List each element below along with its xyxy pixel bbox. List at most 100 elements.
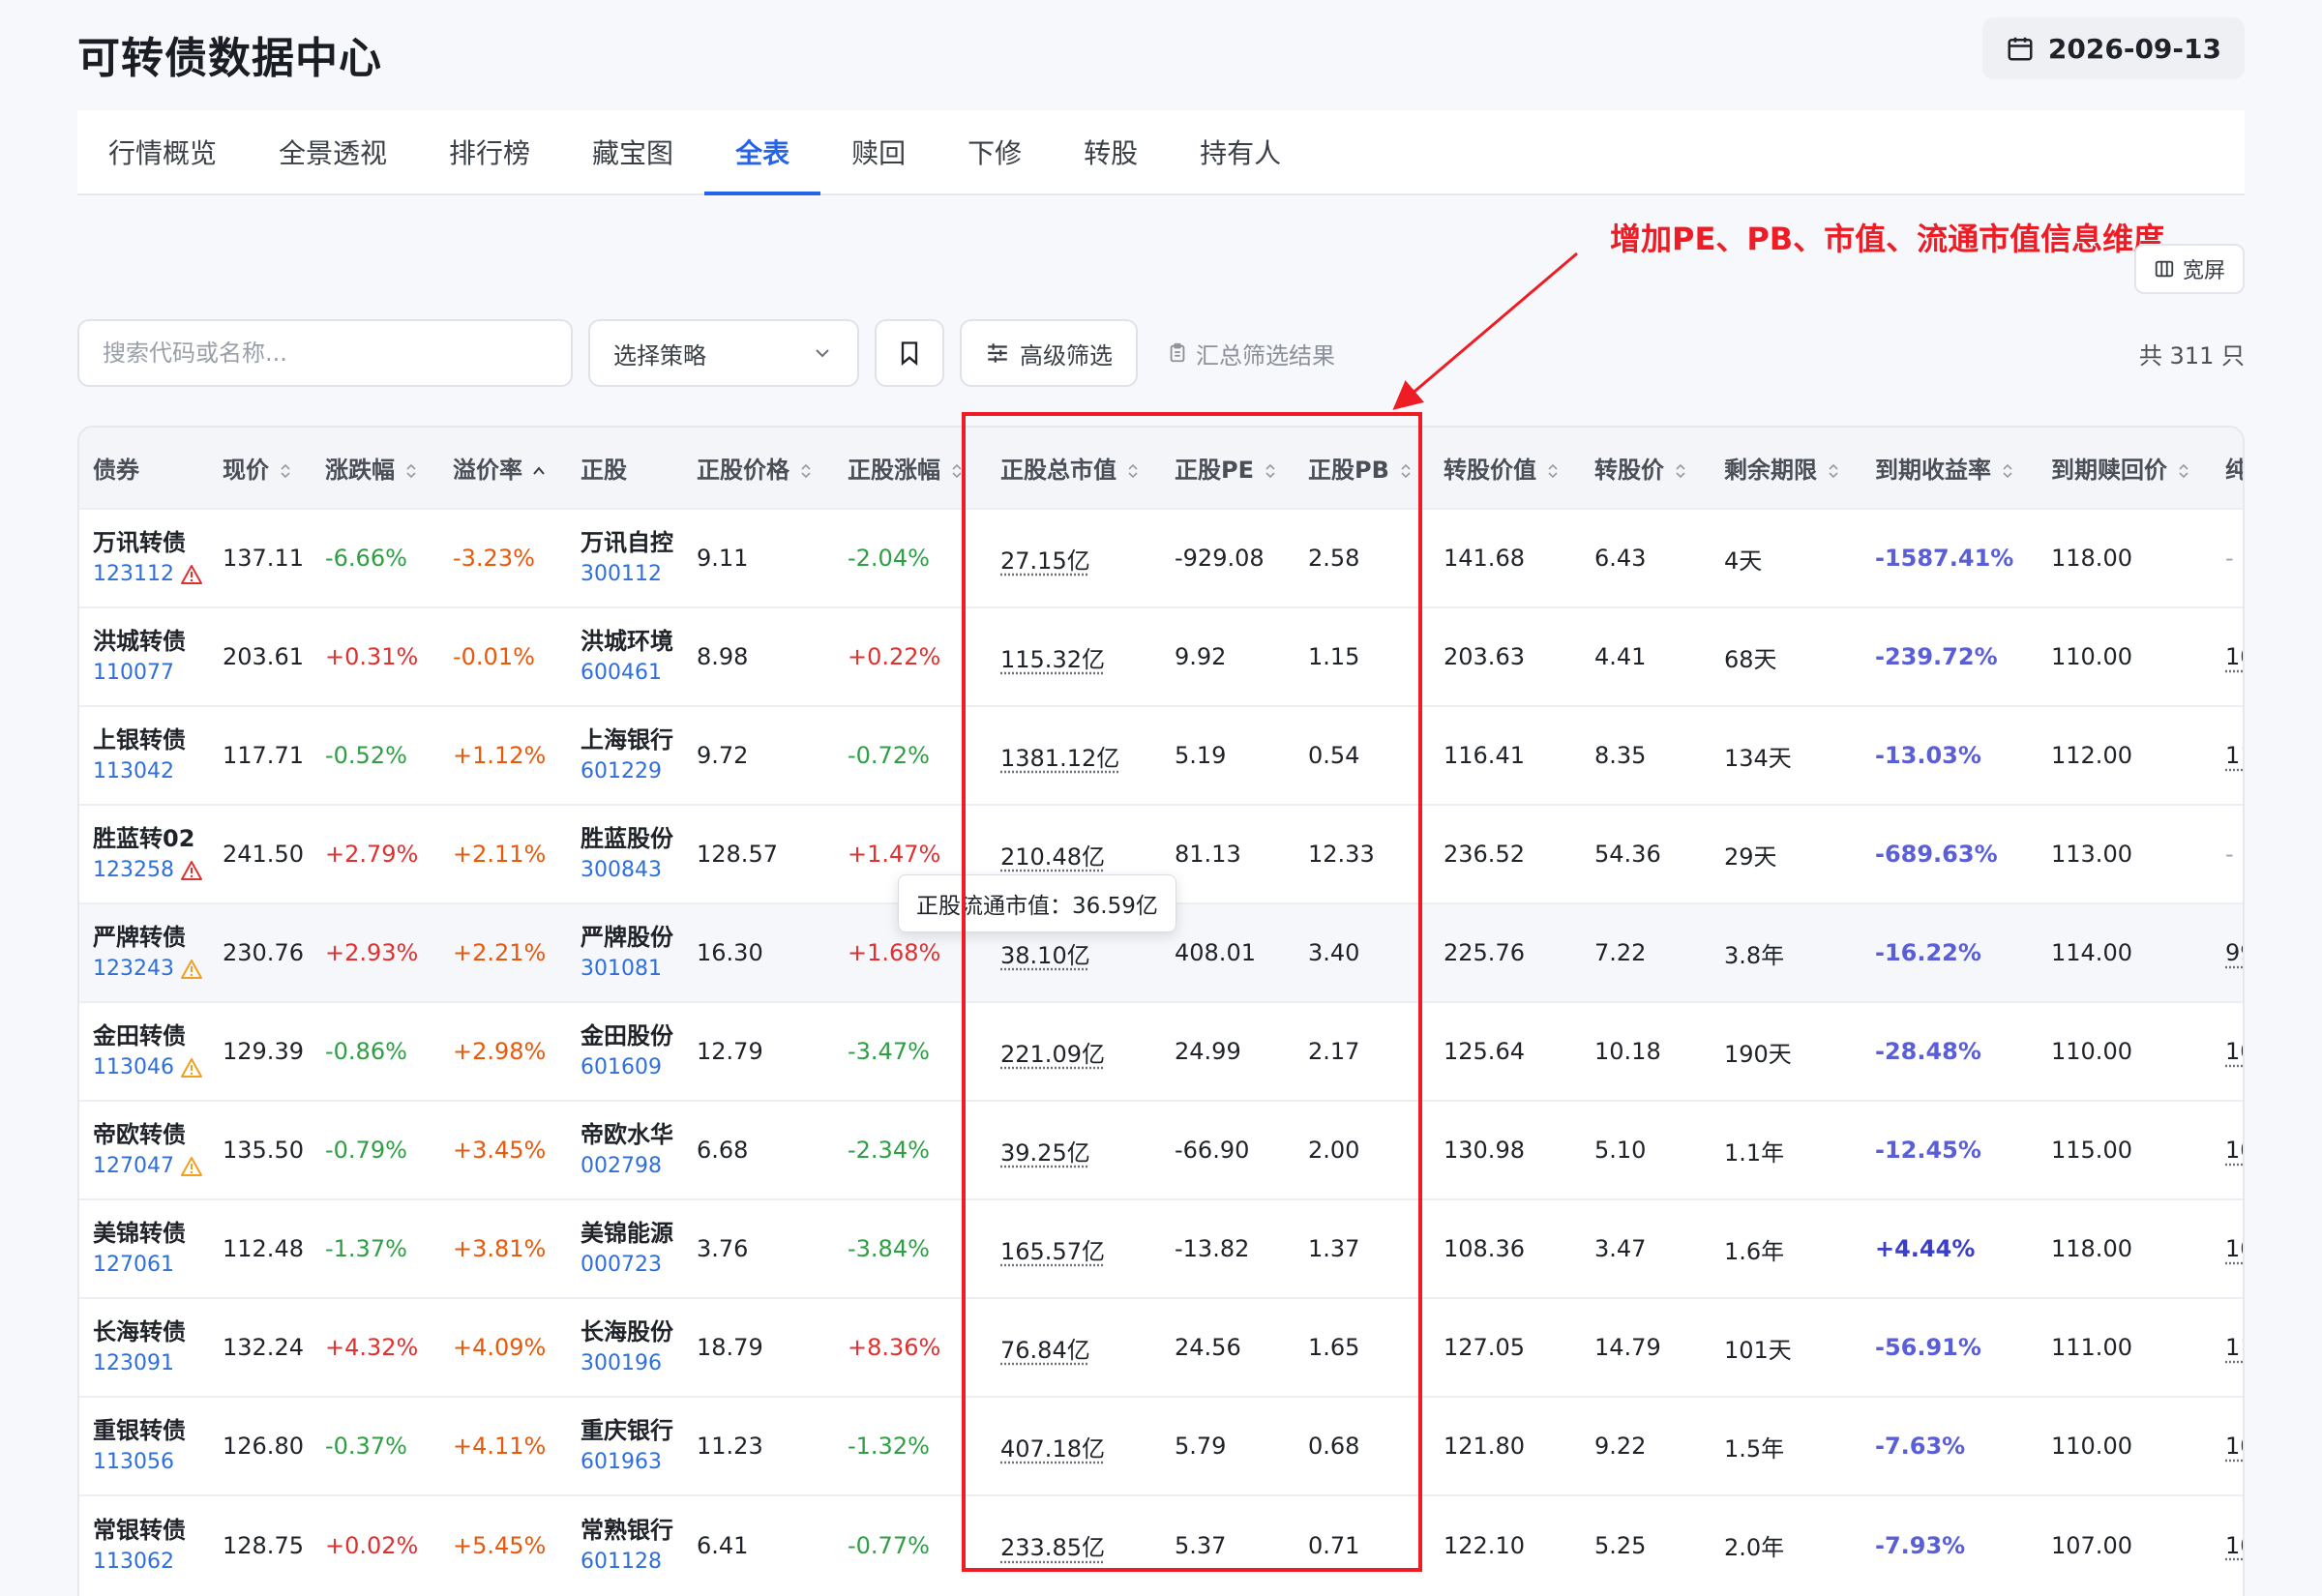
table-row[interactable]: 金田转债 113046 129.39 -0.86% +2.98% 金田股份 601609 12…	[79, 1002, 2243, 1101]
sort-toggle[interactable]	[1674, 460, 1687, 482]
stock-cell[interactable]: 长海股份 300196	[567, 1298, 683, 1397]
stock-cell[interactable]: 上海银行 601229	[567, 706, 683, 805]
stock-cell[interactable]: 胜蓝股份 300843	[567, 805, 683, 903]
stock-cell[interactable]: 帝欧水华 002798	[567, 1101, 683, 1199]
bond-cell[interactable]: 金田转债 113046	[79, 1002, 209, 1101]
bond-cell[interactable]: 洪城转债 110077	[79, 607, 209, 706]
column-header[interactable]: 正股PE	[1161, 428, 1295, 509]
market-cap-cell[interactable]: 76.84亿	[987, 1298, 1161, 1397]
column-header[interactable]: 涨跌幅	[312, 428, 439, 509]
stock-cell[interactable]: 万讯自控 300112	[567, 509, 683, 607]
bond-name[interactable]: 金田转债	[93, 1020, 209, 1052]
bookmark-button[interactable]	[875, 319, 944, 387]
bond-cell[interactable]: 重银转债 113056	[79, 1397, 209, 1495]
stock-cell[interactable]: 洪城环境 600461	[567, 607, 683, 706]
bond-name[interactable]: 严牌转债	[93, 921, 209, 954]
tab-1[interactable]: 全景透视	[248, 110, 418, 193]
bond-code[interactable]: 127047	[93, 1151, 209, 1182]
bond-cell[interactable]: 万讯转债 123112	[79, 509, 209, 607]
bond-code[interactable]: 113062	[93, 1547, 209, 1578]
sort-toggle[interactable]	[532, 460, 546, 482]
stock-name[interactable]: 胜蓝股份	[580, 822, 683, 855]
stock-code[interactable]: 300196	[580, 1348, 683, 1379]
bond-code[interactable]: 113046	[93, 1052, 209, 1083]
tab-5[interactable]: 赎回	[820, 110, 937, 193]
bond-code[interactable]: 113056	[93, 1447, 209, 1478]
bond-name[interactable]: 帝欧转债	[93, 1118, 209, 1151]
column-header[interactable]: 转股价	[1581, 428, 1711, 509]
tab-8[interactable]: 持有人	[1169, 110, 1312, 193]
bond-name[interactable]: 美锦转债	[93, 1217, 209, 1250]
stock-name[interactable]: 帝欧水华	[580, 1118, 683, 1151]
stock-name[interactable]: 上海银行	[580, 724, 683, 756]
stock-code[interactable]: 601229	[580, 756, 683, 787]
bond-cell[interactable]: 长海转债 123091	[79, 1298, 209, 1397]
bond-name[interactable]: 常银转债	[93, 1514, 209, 1547]
market-cap-cell[interactable]: 27.15亿	[987, 509, 1161, 607]
column-header[interactable]: 正股涨幅	[834, 428, 987, 509]
sort-toggle[interactable]	[1264, 460, 1277, 482]
stock-code[interactable]: 601128	[580, 1547, 683, 1578]
sort-toggle[interactable]	[2001, 460, 2014, 482]
tab-2[interactable]: 排行榜	[418, 110, 561, 193]
bond-name[interactable]: 胜蓝转02	[93, 822, 209, 855]
stock-code[interactable]: 301081	[580, 954, 683, 985]
bond-cell[interactable]: 常银转债 113062	[79, 1495, 209, 1594]
stock-code[interactable]: 601963	[580, 1447, 683, 1478]
bond-cell[interactable]: 美锦转债 127061	[79, 1199, 209, 1298]
bond-cell[interactable]: 帝欧转债 127047	[79, 1101, 209, 1199]
table-row[interactable]: 万讯转债 123112 137.11 -6.66% -3.23% 万讯自控 300112 9.…	[79, 509, 2243, 607]
stock-cell[interactable]: 金田股份 601609	[567, 1002, 683, 1101]
sort-toggle[interactable]	[1126, 460, 1140, 482]
stock-name[interactable]: 金田股份	[580, 1020, 683, 1052]
search-input[interactable]	[77, 319, 573, 387]
stock-code[interactable]: 002798	[580, 1151, 683, 1182]
sort-toggle[interactable]	[1546, 460, 1560, 482]
market-cap-cell[interactable]: 115.32亿	[987, 607, 1161, 706]
bond-name[interactable]: 上银转债	[93, 724, 209, 756]
market-cap-cell[interactable]: 1381.12亿	[987, 706, 1161, 805]
bond-code[interactable]: 123258	[93, 855, 209, 886]
tab-4[interactable]: 全表	[704, 110, 821, 195]
stock-name[interactable]: 洪城环境	[580, 625, 683, 658]
tab-6[interactable]: 下修	[937, 110, 1053, 193]
bond-cell[interactable]: 严牌转债 123243	[79, 903, 209, 1002]
bond-cell[interactable]: 胜蓝转02 123258	[79, 805, 209, 903]
stock-name[interactable]: 长海股份	[580, 1315, 683, 1348]
table-row[interactable]: 常银转债 113062 128.75 +0.02% +5.45% 常熟银行 601128 6.…	[79, 1495, 2243, 1594]
bond-code[interactable]: 110077	[93, 658, 209, 689]
market-cap-cell[interactable]: 233.85亿	[987, 1495, 1161, 1594]
column-header[interactable]: 转股价值	[1430, 428, 1581, 509]
column-header[interactable]: 溢价率	[439, 428, 567, 509]
bond-cell[interactable]: 上银转债 113042	[79, 706, 209, 805]
stock-code[interactable]: 000723	[580, 1250, 683, 1281]
stock-name[interactable]: 严牌股份	[580, 921, 683, 954]
table-row[interactable]: 重银转债 113056 126.80 -0.37% +4.11% 重庆银行 601963 11…	[79, 1397, 2243, 1495]
table-row[interactable]: 洪城转债 110077 203.61 +0.31% -0.01% 洪城环境 600461 8.…	[79, 607, 2243, 706]
bond-code[interactable]: 123091	[93, 1348, 209, 1379]
stock-cell[interactable]: 常熟银行 601128	[567, 1495, 683, 1594]
sort-toggle[interactable]	[799, 460, 813, 482]
sort-toggle[interactable]	[1827, 460, 1840, 482]
sort-toggle[interactable]	[2177, 460, 2190, 482]
sort-toggle[interactable]	[404, 460, 418, 482]
summary-results-button[interactable]: 汇总筛选结果	[1167, 337, 1335, 370]
table-row[interactable]: 长海转债 123091 132.24 +4.32% +4.09% 长海股份 300196 18…	[79, 1298, 2243, 1397]
sort-toggle[interactable]	[950, 460, 964, 482]
sort-toggle[interactable]	[279, 460, 292, 482]
stock-code[interactable]: 300112	[580, 559, 683, 590]
table-row[interactable]: 上银转债 113042 117.71 -0.52% +1.12% 上海银行 601229 9.…	[79, 706, 2243, 805]
stock-name[interactable]: 万讯自控	[580, 526, 683, 559]
tab-0[interactable]: 行情概览	[77, 110, 248, 193]
sort-toggle[interactable]	[1399, 460, 1413, 482]
date-picker[interactable]: 2026-09-13	[1981, 17, 2245, 79]
bond-name[interactable]: 万讯转债	[93, 526, 209, 559]
column-header[interactable]: 正股价格	[683, 428, 834, 509]
advanced-filter-button[interactable]: 高级筛选	[960, 319, 1138, 387]
tab-3[interactable]: 藏宝图	[561, 110, 704, 193]
stock-code[interactable]: 601609	[580, 1052, 683, 1083]
stock-cell[interactable]: 美锦能源 000723	[567, 1199, 683, 1298]
market-cap-cell[interactable]: 407.18亿	[987, 1397, 1161, 1495]
column-header[interactable]: 正股总市值	[987, 428, 1161, 509]
stock-cell[interactable]: 严牌股份 301081	[567, 903, 683, 1002]
